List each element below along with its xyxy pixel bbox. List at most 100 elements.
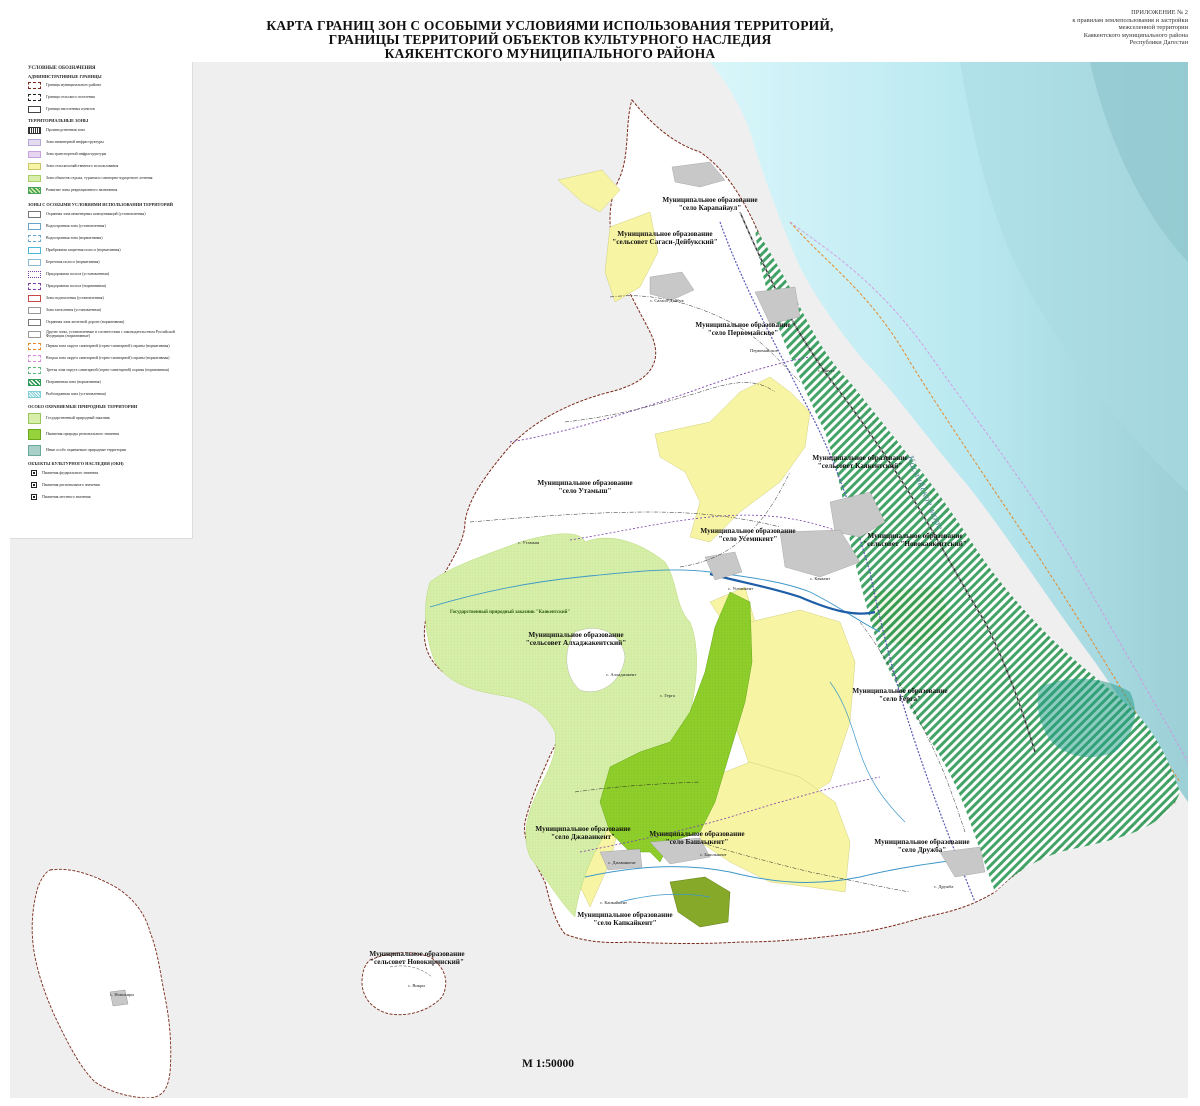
legend-item: Прибрежная защитная полоса (нормативная) xyxy=(28,246,121,254)
muni-label-novokirinsky: Муниципальное образование "сельсовет Ново… xyxy=(369,950,465,966)
legend-section-zones: ТЕРРИТОРИАЛЬНЫЕ ЗОНЫ xyxy=(28,118,89,123)
legend-item: Охранная зона железной дороги (нормативн… xyxy=(28,318,124,326)
legend-swatch xyxy=(28,366,41,374)
legend-swatch xyxy=(28,390,41,398)
legend-swatch xyxy=(28,294,41,302)
settlement-label-inchkhe: с. Инчхе xyxy=(818,368,835,373)
legend-swatch xyxy=(28,318,41,326)
legend-swatch xyxy=(28,234,41,242)
legend-swatch xyxy=(28,330,41,338)
muni-label-alkhajakent: Муниципальное образование "сельсовет Алха… xyxy=(525,631,627,647)
legend-section-zouit: ЗОНЫ С ОСОБЫМИ УСЛОВИЯМИ ИСПОЛЬЗОВАНИЯ Т… xyxy=(28,202,174,207)
reserve-label: Государственный природный заказник "Каяк… xyxy=(450,610,571,615)
appendix-line-1: ПРИЛОЖЕНИЕ № 2 xyxy=(1131,9,1188,16)
legend-swatch xyxy=(28,93,41,101)
legend-item: Водоохранная зона (нормативная) xyxy=(28,234,103,242)
monument-icon xyxy=(31,482,37,488)
muni-label-druzhba: Муниципальное образование "село Дружба" xyxy=(874,838,970,854)
legend-swatch xyxy=(28,444,41,456)
muni-label-utamysh: Муниципальное образование "село Утамыш" xyxy=(537,479,633,495)
settlement-label-sagasi: с. Сагаси-Дейбук xyxy=(650,298,684,303)
legend-swatch xyxy=(28,246,41,254)
title-line-1: КАРТА ГРАНИЦ ЗОН С ОСОБЫМИ УСЛОВИЯМИ ИСП… xyxy=(266,18,834,33)
legend-title: УСЛОВНЫЕ ОБОЗНАЧЕНИЯ xyxy=(28,66,96,71)
legend-item: Рыбоохранная зона (установленная) xyxy=(28,390,106,398)
legend-swatch xyxy=(28,378,41,386)
legend-item: Памятник местного значения xyxy=(28,493,91,501)
settlement-label-gerga: с. Герга xyxy=(660,693,675,698)
legend-swatch xyxy=(28,210,41,218)
legend-swatch xyxy=(28,428,41,440)
muni-label-bashlikent: Муниципальное образование "село Башлыкент… xyxy=(649,830,745,846)
legend-item: Иные особо охраняемые природные территор… xyxy=(28,444,126,456)
legend-item: Зона транспортной инфраструктуры xyxy=(28,150,106,158)
legend-item: Придорожная полоса (установленная) xyxy=(28,270,109,278)
legend-item: Зона объектов отдыха, туризма и санаторн… xyxy=(28,174,152,182)
map-frame[interactable]: Муниципальное образование "село Карanaйау… xyxy=(10,62,1188,1098)
settlement-label-novokiri: с. Новокири xyxy=(110,992,134,997)
appendix-line-5: Республики Дагестан xyxy=(1129,39,1188,47)
legend-swatch xyxy=(28,222,41,230)
legend-item: Граница сельского поселения xyxy=(28,93,95,101)
muni-label-sagasi: Муниципальное образование "сельсовет Сага… xyxy=(612,230,718,246)
legend-section-admin: АДМИНИСТРАТИВНЫЕ ГРАНИЦЫ xyxy=(28,74,102,79)
settlement-label-pervomayskoe: Первомайское xyxy=(750,348,778,353)
settlement-label-kapkaykent: с. Капкайкент xyxy=(600,900,628,905)
settlement-label-kayakent: с. Каякент xyxy=(810,576,831,581)
monument-icon xyxy=(31,494,37,500)
legend-swatch xyxy=(28,270,41,278)
legend-item: Граница муниципального района xyxy=(28,81,101,89)
legend-item: Памятник регионального значения xyxy=(28,481,100,489)
appendix-line-2: к правилам землепользования и застройки xyxy=(1072,16,1188,24)
settlement-label-bashlikent: с. Башлыкент xyxy=(700,852,727,857)
settlement-label-dzhavankent: с. Джаванкент xyxy=(608,860,636,865)
monument-icon xyxy=(31,470,37,476)
legend-swatch xyxy=(28,342,41,350)
legend-item: Граница населенных пунктов xyxy=(28,105,95,113)
legend-swatch xyxy=(28,162,41,170)
legend-swatch xyxy=(28,354,41,362)
legend-swatch xyxy=(28,258,41,266)
appendix-line-3: межселенной территории xyxy=(1118,24,1188,32)
muni-label-kapkaykent: Муниципальное образование "село Капкайкен… xyxy=(577,911,673,927)
settlement-label-usemikent: с. Усемикент xyxy=(728,586,754,591)
appendix-line-4: Каякентского муниципального района xyxy=(1083,31,1188,39)
legend-swatch xyxy=(28,138,41,146)
legend-item: Зона затопления (установленная) xyxy=(28,306,101,314)
legend-item: Другие зоны, установленные в соответстви… xyxy=(28,330,186,338)
legend-item: Зона сельскохозяйственного использования xyxy=(28,162,118,170)
legend-panel: УСЛОВНЫЕ ОБОЗНАЧЕНИЯ АДМИНИСТРАТИВНЫЕ ГР… xyxy=(10,62,193,539)
legend-item: Первая зона округа санитарной (горно-сан… xyxy=(28,342,170,350)
appendix-block: ПРИЛОЖЕНИЕ № 2 к правилам землепользован… xyxy=(998,9,1188,47)
muni-label-dzhavgat: Муниципальное образование "село Джаванкен… xyxy=(535,825,631,841)
legend-item: Пограничная зона (нормативная) xyxy=(28,378,101,386)
legend-swatch xyxy=(28,105,41,113)
legend-section-oopt: ОСОБО ОХРАНЯЕМЫЕ ПРИРОДНЫЕ ТЕРРИТОРИИ xyxy=(28,404,138,409)
legend-item: Третья зона округа санитарной (горно-сан… xyxy=(28,366,169,374)
map-title: КАРТА ГРАНИЦ ЗОН С ОСОБЫМИ УСЛОВИЯМИ ИСП… xyxy=(230,19,870,61)
legend-swatch xyxy=(28,186,41,194)
legend-item: Производственная зона xyxy=(28,126,85,134)
title-line-2: ГРАНИЦЫ ТЕРРИТОРИЙ ОБЪЕКТОВ КУЛЬТУРНОГО … xyxy=(328,32,772,47)
legend-swatch xyxy=(28,81,41,89)
legend-swatch xyxy=(28,306,41,314)
title-line-3: КАЯКЕНТСКОГО МУНИЦИПАЛЬНОГО РАЙОНА xyxy=(384,46,716,61)
settlement-label-vikra: с. Викри xyxy=(408,983,425,988)
legend-swatch xyxy=(28,282,41,290)
legend-swatch xyxy=(28,412,41,424)
settlement-label-utamysh: с. Утамыш xyxy=(518,540,540,545)
legend-section-okn: ОБЪЕКТЫ КУЛЬТУРНОГО НАСЛЕДИЯ (ОКН) xyxy=(28,461,124,466)
legend-swatch xyxy=(28,150,41,158)
muni-label-novokayakentsky: Муниципальное образование "сельсовет "Нов… xyxy=(863,532,967,548)
legend-item: Зона подтопления (установленная) xyxy=(28,294,104,302)
legend-item: Вторая зона округа санитарной (горно-сан… xyxy=(28,354,169,362)
legend-item: Государственный природный заказник xyxy=(28,412,110,424)
settlement-label-druzhba: с. Дружба xyxy=(934,884,954,889)
legend-item: Придорожная полоса (нормативная) xyxy=(28,282,106,290)
southwest-exclave xyxy=(31,868,172,1098)
legend-item: Береговая полоса (нормативная) xyxy=(28,258,100,266)
legend-item: Памятник федерального значения xyxy=(28,469,98,477)
legend-swatch xyxy=(28,126,41,134)
muni-label-karanayaul: Муниципальное образование "село Карanaйау… xyxy=(662,196,758,212)
legend-item: Зона инженерной инфраструктуры xyxy=(28,138,104,146)
